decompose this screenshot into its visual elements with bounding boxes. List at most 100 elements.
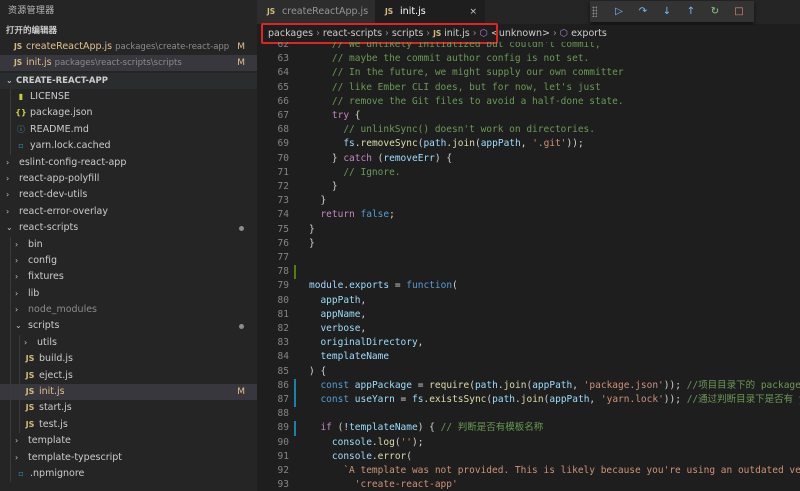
code-line: 92 `A template was not provided. This is… xyxy=(257,464,800,478)
code-line: 76} xyxy=(257,237,800,251)
code-token: } xyxy=(309,223,315,235)
tree-item[interactable]: ⌄ react-scripts xyxy=(0,220,257,236)
code-token: , xyxy=(360,323,367,334)
breadcrumb-item-file[interactable]: init.js xyxy=(444,28,470,39)
code-token: , xyxy=(589,394,601,405)
open-editor-item[interactable]: JS createReactApp.js packages\create-reac… xyxy=(0,39,257,55)
indent-guide xyxy=(19,416,20,434)
code-token: appPath xyxy=(309,294,361,306)
tree-item[interactable]: ▫ yarn.lock.cached xyxy=(0,138,257,155)
code-line: 84 templateName xyxy=(257,350,800,364)
code-line: 78 xyxy=(257,265,800,280)
tree-item-label: react-error-overlay xyxy=(19,205,109,217)
code-line: 65 // like Ember CLI does, but for now, … xyxy=(257,81,800,95)
step-out-icon[interactable]: ↑ xyxy=(680,1,702,22)
code-text: 'create-react-app' xyxy=(309,478,458,491)
code-token: // maybe the commit author config is not… xyxy=(309,53,590,65)
tree-item[interactable]: › bin xyxy=(0,236,257,253)
indent-guide xyxy=(10,138,11,155)
step-over-icon[interactable]: ↷ xyxy=(632,1,654,22)
line-number: 79 xyxy=(277,280,289,292)
project-label: CREATE-REACT-APP xyxy=(16,76,108,86)
tree-item[interactable]: ▫ .npmignore xyxy=(0,465,257,483)
breadcrumb-item-unknown[interactable]: <unknown> xyxy=(491,28,550,39)
code-line: 82 verbose, xyxy=(257,322,800,336)
modified-badge: M xyxy=(237,387,245,398)
tree-item[interactable]: › react-error-overlay xyxy=(0,204,257,220)
tree-item-label: bin xyxy=(28,238,43,250)
tree-item[interactable]: ⌄ scripts xyxy=(0,318,257,335)
tree-item[interactable]: › fixtures xyxy=(0,269,257,286)
tree-item[interactable]: › template-typescript xyxy=(0,449,257,466)
code-line: 77 xyxy=(257,251,800,265)
code-token: ( xyxy=(452,280,458,292)
tree-item[interactable]: › utils xyxy=(0,334,257,352)
code-line: 73 } xyxy=(257,194,800,208)
tree-item-label: init.js xyxy=(39,386,65,398)
breadcrumb-item-react-scripts[interactable]: react-scripts xyxy=(323,28,382,39)
code-token: // In the future, we might supply our ow… xyxy=(309,67,624,79)
indent-guide xyxy=(10,465,11,483)
modified-badge: M xyxy=(237,42,245,52)
tree-item-label: scripts xyxy=(28,320,60,332)
tree-item[interactable]: ▮ LICENSE xyxy=(0,89,257,106)
indent-guide xyxy=(10,269,11,286)
code-token: } xyxy=(309,152,344,164)
indent-guide xyxy=(10,400,11,417)
close-icon[interactable]: × xyxy=(469,0,477,24)
open-editors-header[interactable]: 打开的编辑器 xyxy=(0,23,257,39)
code-token: } xyxy=(309,195,327,207)
breadcrumb-item-packages[interactable]: packages xyxy=(268,28,313,39)
chevron-right-icon: › xyxy=(15,452,19,462)
chevron-down-icon: ⌄ xyxy=(6,223,13,233)
tree-item[interactable]: JS eject.js xyxy=(0,367,257,385)
tree-item[interactable]: JS init.js M xyxy=(0,384,257,401)
open-editor-item[interactable]: JS init.js packages\react-scripts\scripts… xyxy=(0,55,257,71)
tree-item[interactable]: › eslint-config-react-app xyxy=(0,155,257,171)
tree-item[interactable]: › lib xyxy=(0,285,257,303)
tree-item[interactable]: › config xyxy=(0,252,257,270)
project-header[interactable]: ⌄ CREATE-REACT-APP xyxy=(0,73,257,89)
code-token: , xyxy=(417,337,424,349)
tree-item[interactable]: › react-app-polyfill xyxy=(0,171,257,187)
tree-item[interactable]: › node_modules xyxy=(0,302,257,319)
code-line: 71 // Ignore. xyxy=(257,166,800,180)
chevron-right-icon: › xyxy=(6,157,10,167)
tree-item-label: react-app-polyfill xyxy=(19,172,100,184)
gutter-modified-marker xyxy=(294,393,296,408)
tree-item[interactable]: JS start.js xyxy=(0,400,257,417)
code-line: 75} xyxy=(257,223,800,237)
tree-item[interactable]: › react-dev-utils xyxy=(0,187,257,203)
line-number: 66 xyxy=(277,95,289,107)
code-text: // remove the Git files to avoid a half-… xyxy=(309,95,624,109)
restart-icon[interactable]: ↻ xyxy=(704,1,726,22)
indent-guide xyxy=(10,367,11,385)
line-number: 78 xyxy=(277,266,289,278)
code-token: //通过判断目录下是否有 yarn.lock xyxy=(686,394,800,405)
code-text: } xyxy=(309,194,326,208)
code-token: // 判断是否有模板名称 xyxy=(440,422,544,434)
step-into-icon[interactable]: ↓ xyxy=(656,1,678,22)
open-editor-path: packages\react-scripts\scripts xyxy=(54,58,182,68)
breadcrumb-item-scripts[interactable]: scripts xyxy=(392,28,423,39)
chevron-right-icon: › xyxy=(15,305,19,315)
tree-item[interactable]: {} package.json xyxy=(0,105,257,122)
tree-item[interactable]: › template xyxy=(0,433,257,450)
continue-icon[interactable]: ▷ xyxy=(608,1,630,22)
indent-guide xyxy=(10,285,11,303)
chevron-right-icon: › xyxy=(552,28,557,39)
chevron-down-icon: ⌄ xyxy=(15,321,22,331)
drag-handle[interactable] xyxy=(592,6,597,17)
tab-createreactapp[interactable]: JS createReactApp.js xyxy=(257,0,384,24)
code-token: error xyxy=(377,450,407,462)
tree-item[interactable]: JS build.js xyxy=(0,351,257,368)
tree-item-label: node_modules xyxy=(28,304,98,316)
tree-item[interactable]: ⓘ README.md xyxy=(0,121,257,139)
tab-init[interactable]: JS init.js × xyxy=(375,0,485,24)
code-token: appName xyxy=(309,308,361,320)
tree-item[interactable]: JS test.js xyxy=(0,416,257,434)
code-editor[interactable]: 62 // We unlikely initialized but couldn… xyxy=(257,42,800,491)
stop-icon[interactable]: □ xyxy=(728,1,750,22)
gutter-added-marker xyxy=(294,265,296,280)
breadcrumb-item-exports[interactable]: exports xyxy=(571,28,607,39)
